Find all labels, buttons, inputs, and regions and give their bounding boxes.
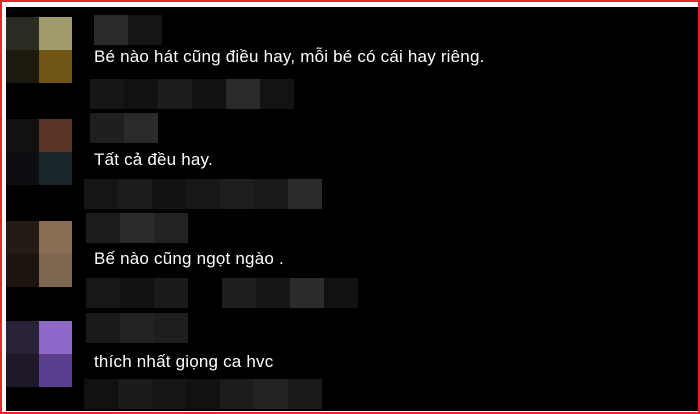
comment-item: Tất cả đều hay. bbox=[6, 107, 698, 209]
avatar-pixel bbox=[6, 50, 39, 83]
comment-list: Bé nào hát cũng điều hay, mỗi bé có cái … bbox=[6, 7, 698, 411]
blurred-metadata bbox=[90, 79, 294, 109]
blurred-metadata bbox=[84, 179, 322, 209]
blurred-username bbox=[90, 113, 158, 143]
comment-text: Bế nào cũng ngọt ngào . bbox=[94, 249, 284, 268]
blurred-metadata bbox=[84, 379, 322, 409]
comment-item: Bé nào hát cũng điều hay, mỗi bé có cái … bbox=[6, 7, 698, 109]
avatar-pixel bbox=[6, 119, 39, 152]
avatar-pixel bbox=[39, 221, 72, 254]
avatar-pixel bbox=[6, 254, 39, 287]
comment-text: Bé nào hát cũng điều hay, mỗi bé có cái … bbox=[94, 47, 485, 66]
avatar-pixel bbox=[39, 354, 72, 387]
image-frame: Bé nào hát cũng điều hay, mỗi bé có cái … bbox=[0, 0, 700, 414]
avatar-pixel bbox=[39, 17, 72, 50]
avatar-pixel bbox=[6, 221, 39, 254]
comment-item: thích nhất giọng ca hvc bbox=[6, 307, 698, 409]
comment-text: thích nhất giọng ca hvc bbox=[94, 352, 274, 371]
avatar-pixel bbox=[39, 321, 72, 354]
blurred-username bbox=[94, 15, 162, 45]
avatar[interactable] bbox=[6, 119, 72, 185]
avatar-pixel bbox=[39, 254, 72, 287]
avatar-pixel bbox=[39, 152, 72, 185]
avatar[interactable] bbox=[6, 321, 72, 387]
avatar-pixel bbox=[39, 50, 72, 83]
comment-item: Bế nào cũng ngọt ngào . bbox=[6, 207, 698, 308]
avatar-pixel bbox=[6, 17, 39, 50]
avatar-pixel bbox=[39, 119, 72, 152]
blurred-username bbox=[86, 213, 188, 243]
avatar-pixel bbox=[6, 354, 39, 387]
blurred-username bbox=[86, 313, 188, 343]
avatar[interactable] bbox=[6, 17, 72, 83]
comment-text: Tất cả đều hay. bbox=[94, 150, 213, 169]
avatar-pixel bbox=[6, 152, 39, 185]
avatar[interactable] bbox=[6, 221, 72, 287]
avatar-pixel bbox=[6, 321, 39, 354]
blurred-metadata bbox=[86, 278, 358, 308]
